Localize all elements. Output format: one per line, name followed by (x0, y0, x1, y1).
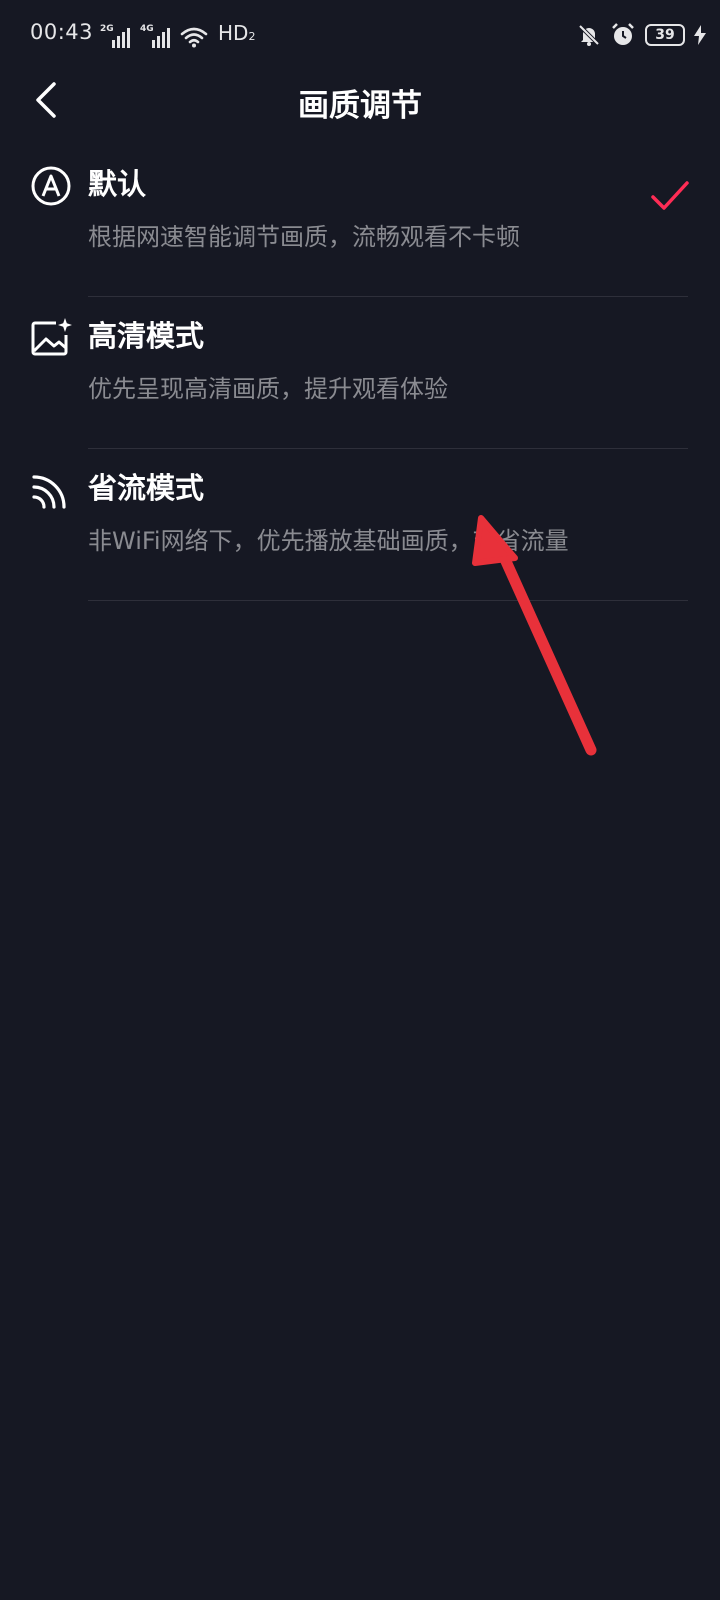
wifi-icon (180, 27, 208, 48)
hd-voice-indicator: HD2 (218, 21, 256, 45)
signal-waves-icon (32, 475, 66, 509)
checkmark-icon (651, 181, 689, 210)
option-title: 默认 (88, 167, 147, 201)
status-bar: 00:43 2G 4G HD2 39 (0, 0, 720, 72)
cellular-signal-icon: 2G (100, 24, 130, 48)
nav-header: 画质调节 (0, 72, 720, 128)
alarm-icon (612, 23, 634, 45)
page-title: 画质调节 (298, 88, 422, 124)
image-sparkle-icon (31, 318, 72, 356)
bell-muted-icon (578, 24, 600, 46)
option-title: 高清模式 (88, 319, 205, 353)
option-description: 根据网速智能调节画质，流畅观看不卡顿 (88, 223, 520, 251)
status-left-icons: 2G 4G HD2 (100, 21, 256, 48)
quality-option-default[interactable]: 默认 根据网速智能调节画质，流畅观看不卡顿 (0, 145, 720, 297)
status-right-icons: 39 (577, 22, 706, 48)
auto-a-icon (31, 166, 71, 206)
battery-icon: 39 (645, 24, 685, 46)
option-title: 省流模式 (88, 471, 205, 505)
quality-option-hd[interactable]: 高清模式 优先呈现高清画质，提升观看体验 (0, 297, 720, 449)
divider (88, 600, 688, 601)
quality-option-data-saver[interactable]: 省流模式 非WiFi网络下，优先播放基础画质，节省流量 (0, 449, 720, 601)
option-description: 非WiFi网络下，优先播放基础画质，节省流量 (88, 527, 569, 555)
screen: 00:43 2G 4G HD2 39 画质调节 默认 根据网速智能调节画质，流畅… (0, 0, 720, 1600)
status-time: 00:43 (30, 20, 94, 44)
cellular-signal-icon: 4G (140, 24, 170, 48)
option-description: 优先呈现高清画质，提升观看体验 (88, 375, 448, 403)
charging-bolt-icon (694, 25, 706, 45)
battery-level: 39 (655, 27, 675, 43)
